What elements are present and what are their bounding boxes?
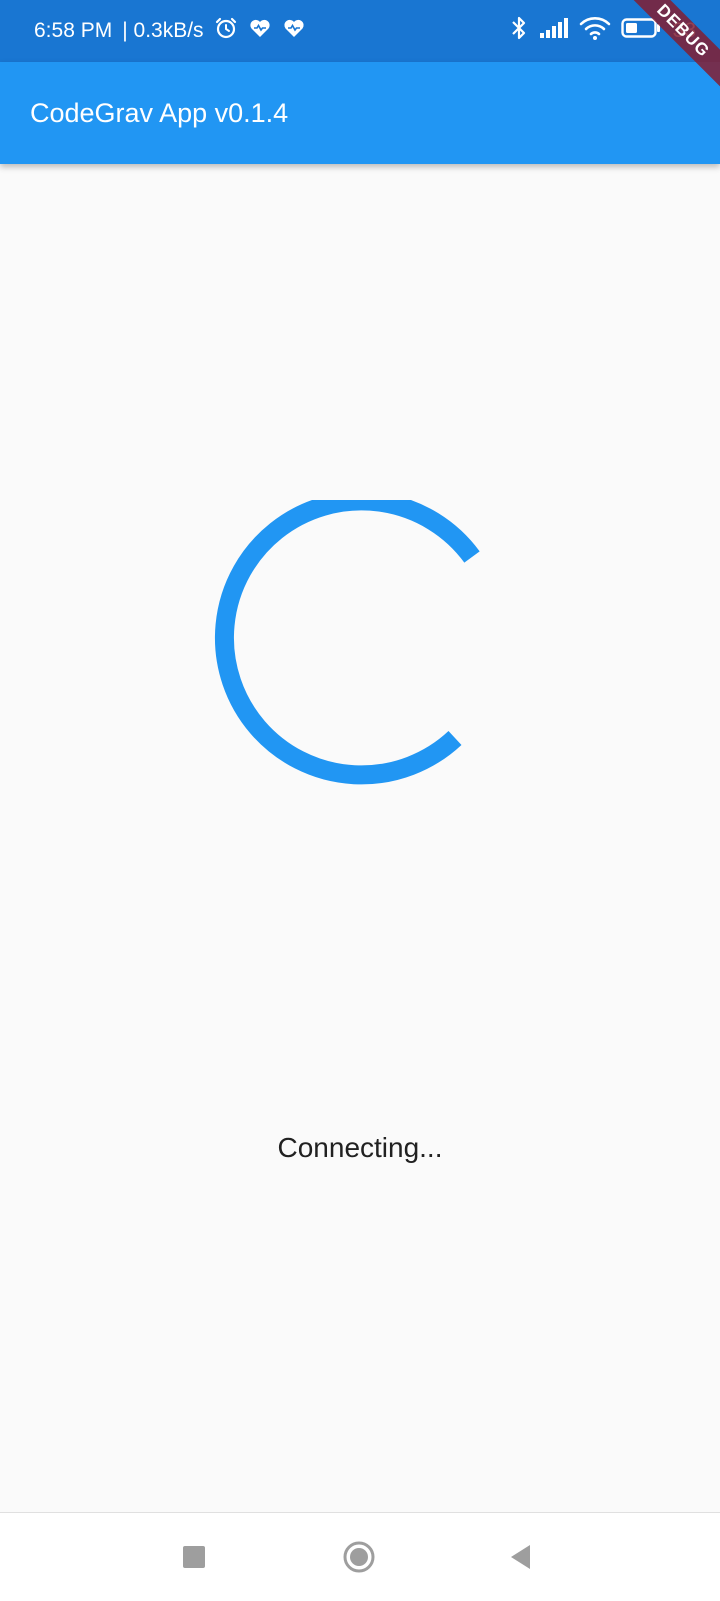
wifi-icon [579, 16, 611, 46]
back-button[interactable] [500, 1535, 544, 1579]
recents-button[interactable] [172, 1535, 216, 1579]
recents-square-icon [183, 1546, 205, 1568]
heart-monitor-icon [248, 16, 272, 46]
status-left: 6:58 PM | 0.3kB/s [34, 0, 306, 62]
bluetooth-icon [509, 15, 529, 47]
status-right: 33 [509, 0, 696, 62]
status-notification-icons [214, 16, 306, 46]
app-bar: CodeGrav App v0.1.4 [0, 62, 720, 164]
loading-spinner [210, 491, 510, 800]
status-bar: 6:58 PM | 0.3kB/s 33 [0, 0, 720, 62]
back-triangle-icon [511, 1545, 530, 1569]
alarm-icon [214, 16, 238, 46]
home-button[interactable] [337, 1535, 381, 1579]
navigation-bar [0, 1512, 720, 1601]
connecting-status-text: Connecting... [277, 1132, 443, 1163]
battery-percent: 33 [672, 19, 696, 42]
heart-monitor-icon [282, 16, 306, 46]
app-title: CodeGrav App v0.1.4 [30, 97, 289, 128]
signal-icon [539, 17, 569, 45]
network-speed: | 0.3kB/s [122, 19, 204, 42]
status-time: 6:58 PM [34, 19, 113, 42]
home-circle-icon [343, 1541, 375, 1573]
battery-icon [620, 17, 661, 45]
